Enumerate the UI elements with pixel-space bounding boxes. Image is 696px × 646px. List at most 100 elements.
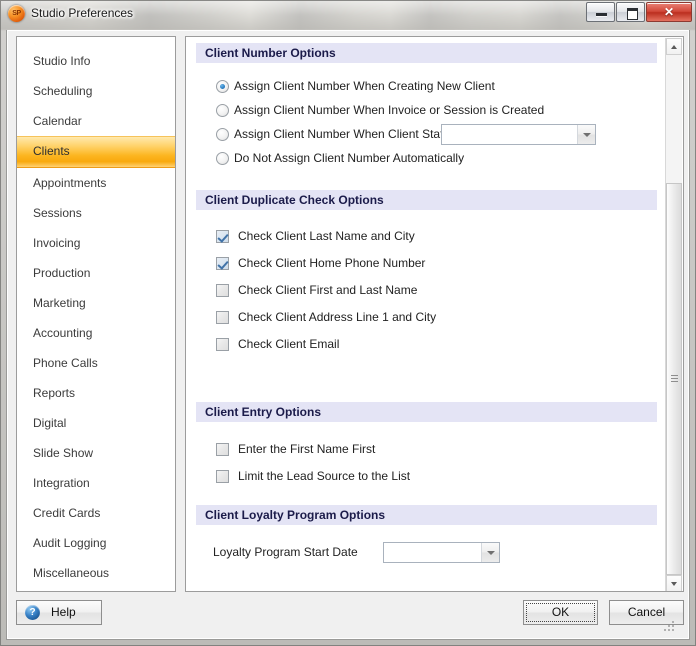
scrollbar-grip-icon — [671, 375, 678, 383]
sidebar-item-label: Sessions — [33, 206, 82, 220]
title-bar: SP Studio Preferences ✕ — [0, 0, 696, 30]
client-status-dropdown[interactable] — [441, 124, 596, 145]
checkbox-enter-first-name-first-icon[interactable] — [216, 442, 229, 456]
close-icon: ✕ — [663, 5, 675, 19]
minimize-icon — [596, 13, 607, 16]
checkbox-check-last-name-and-city-icon[interactable] — [216, 229, 229, 243]
sidebar-item-label: Appointments — [33, 176, 107, 190]
dialog-button-bar: ? Help OK Cancel — [16, 598, 684, 632]
sidebar-item-reports[interactable]: Reports — [17, 378, 175, 408]
checkbox-row-enter-first-name-first[interactable]: Enter the First Name First — [216, 442, 375, 456]
sidebar-item-studio-info[interactable]: Studio Info — [17, 46, 175, 76]
chevron-down-icon[interactable] — [481, 543, 499, 562]
checkbox-check-home-phone-number-label: Check Client Home Phone Number — [238, 256, 426, 270]
sidebar-item-marketing[interactable]: Marketing — [17, 288, 175, 318]
section-header-client-entry-options: Client Entry Options — [196, 402, 657, 422]
focus-ring — [526, 603, 595, 622]
ok-button[interactable]: OK — [523, 600, 598, 625]
checkbox-row-limit-lead-source-to-list[interactable]: Limit the Lead Source to the List — [216, 469, 410, 483]
sidebar-item-invoicing[interactable]: Invoicing — [17, 228, 175, 258]
preferences-scroll-area: Client Number Options Assign Client Numb… — [186, 37, 667, 591]
app-logo-icon: SP — [8, 5, 25, 22]
window-title: Studio Preferences — [31, 6, 134, 20]
checkbox-limit-lead-source-to-list-icon[interactable] — [216, 469, 229, 483]
radio-assign-on-create-icon[interactable] — [216, 79, 229, 93]
sidebar-item-phone-calls[interactable]: Phone Calls — [17, 348, 175, 378]
checkbox-enter-first-name-first-label: Enter the First Name First — [238, 442, 376, 456]
close-button[interactable]: ✕ — [646, 2, 692, 22]
radio-assign-on-create-label: Assign Client Number When Creating New C… — [234, 79, 495, 93]
sidebar-item-audit-logging[interactable]: Audit Logging — [17, 528, 175, 558]
sidebar-item-label: Studio Info — [33, 54, 91, 68]
sidebar-item-scheduling[interactable]: Scheduling — [17, 76, 175, 106]
checkbox-check-address-line-1-and-city-label: Check Client Address Line 1 and City — [238, 310, 437, 324]
sidebar-item-credit-cards[interactable]: Credit Cards — [17, 498, 175, 528]
window-controls: ✕ — [585, 2, 692, 22]
sidebar-item-label: Clients — [33, 144, 70, 158]
radio-assign-on-client-status-icon[interactable] — [216, 127, 229, 141]
help-question-icon: ? — [25, 605, 40, 620]
minimize-button[interactable] — [586, 2, 615, 22]
section-header-client-loyalty-program-options: Client Loyalty Program Options — [196, 505, 657, 525]
sidebar-item-label: Reports — [33, 386, 76, 400]
sidebar-item-label: Slide Show — [33, 446, 94, 460]
resize-grip-icon[interactable] — [662, 619, 674, 631]
checkbox-check-address-line-1-and-city-icon[interactable] — [216, 310, 229, 324]
radio-row-assign-on-client-status[interactable]: Assign Client Number When Client Status … — [216, 127, 468, 141]
sidebar-item-miscellaneous[interactable]: Miscellaneous — [17, 558, 175, 588]
dialog-inner-panel: Studio Info Scheduling Calendar Clients … — [7, 30, 689, 639]
clients-preferences-panel: Client Number Options Assign Client Numb… — [185, 36, 684, 592]
checkbox-row-check-address-line-1-and-city[interactable]: Check Client Address Line 1 and City — [216, 310, 436, 324]
chevron-down-icon[interactable] — [577, 125, 595, 144]
sidebar-item-label: Integration — [33, 476, 90, 490]
sidebar-item-slide-show[interactable]: Slide Show — [17, 438, 175, 468]
sidebar-item-label: Accounting — [33, 326, 93, 340]
sidebar-item-label: Calendar — [33, 114, 82, 128]
radio-assign-on-client-status-label: Assign Client Number When Client Status … — [234, 127, 469, 141]
sidebar-item-sessions[interactable]: Sessions — [17, 198, 175, 228]
radio-assign-on-invoice-or-session-label: Assign Client Number When Invoice or Ses… — [234, 103, 545, 117]
checkbox-row-check-home-phone-number[interactable]: Check Client Home Phone Number — [216, 256, 425, 270]
cancel-button-label: Cancel — [627, 605, 666, 619]
scrollbar-thumb[interactable] — [666, 183, 682, 575]
preferences-dialog: Studio Info Scheduling Calendar Clients … — [6, 30, 690, 640]
checkbox-row-check-last-name-and-city[interactable]: Check Client Last Name and City — [216, 229, 415, 243]
radio-row-assign-on-create[interactable]: Assign Client Number When Creating New C… — [216, 79, 495, 93]
checkbox-check-home-phone-number-icon[interactable] — [216, 256, 229, 270]
checkbox-check-first-and-last-name-icon[interactable] — [216, 283, 229, 297]
sidebar-item-label: Phone Calls — [33, 356, 98, 370]
sidebar-item-label: Miscellaneous — [33, 566, 110, 580]
loyalty-program-start-date-dropdown[interactable] — [383, 542, 500, 563]
radio-do-not-assign-icon[interactable] — [216, 151, 229, 165]
sidebar-item-digital[interactable]: Digital — [17, 408, 175, 438]
checkbox-check-first-and-last-name-label: Check Client First and Last Name — [238, 283, 418, 297]
sidebar-item-label: Scheduling — [33, 84, 93, 98]
sidebar-item-label: Production — [33, 266, 91, 280]
scroll-down-arrow-icon[interactable] — [666, 575, 682, 591]
radio-assign-on-invoice-or-session-icon[interactable] — [216, 103, 229, 117]
sidebar-item-label: Credit Cards — [33, 506, 101, 520]
preferences-category-sidebar[interactable]: Studio Info Scheduling Calendar Clients … — [16, 36, 176, 592]
maximize-button[interactable] — [616, 2, 645, 22]
checkbox-row-check-first-and-last-name[interactable]: Check Client First and Last Name — [216, 283, 417, 297]
sidebar-item-label: Audit Logging — [33, 536, 107, 550]
sidebar-item-label: Marketing — [33, 296, 86, 310]
radio-row-assign-on-invoice-or-session[interactable]: Assign Client Number When Invoice or Ses… — [216, 103, 544, 117]
sidebar-item-calendar[interactable]: Calendar — [17, 106, 175, 136]
radio-row-do-not-assign[interactable]: Do Not Assign Client Number Automaticall… — [216, 151, 464, 165]
sidebar-item-appointments[interactable]: Appointments — [17, 168, 175, 198]
checkbox-check-last-name-and-city-label: Check Client Last Name and City — [238, 229, 415, 243]
application-window: SP Studio Preferences ✕ Studio Info Sche… — [0, 0, 696, 646]
help-button[interactable]: ? Help — [16, 600, 102, 625]
scroll-up-arrow-icon[interactable] — [666, 38, 682, 55]
section-header-client-duplicate-check-options: Client Duplicate Check Options — [196, 190, 657, 210]
sidebar-item-accounting[interactable]: Accounting — [17, 318, 175, 348]
preferences-vertical-scrollbar[interactable] — [665, 38, 682, 591]
checkbox-row-check-email[interactable]: Check Client Email — [216, 337, 339, 351]
sidebar-item-production[interactable]: Production — [17, 258, 175, 288]
checkbox-check-email-icon[interactable] — [216, 337, 229, 351]
sidebar-item-integration[interactable]: Integration — [17, 468, 175, 498]
sidebar-item-clients[interactable]: Clients — [17, 136, 175, 168]
sidebar-item-label: Invoicing — [33, 236, 81, 250]
sidebar-item-label: Digital — [33, 416, 67, 430]
